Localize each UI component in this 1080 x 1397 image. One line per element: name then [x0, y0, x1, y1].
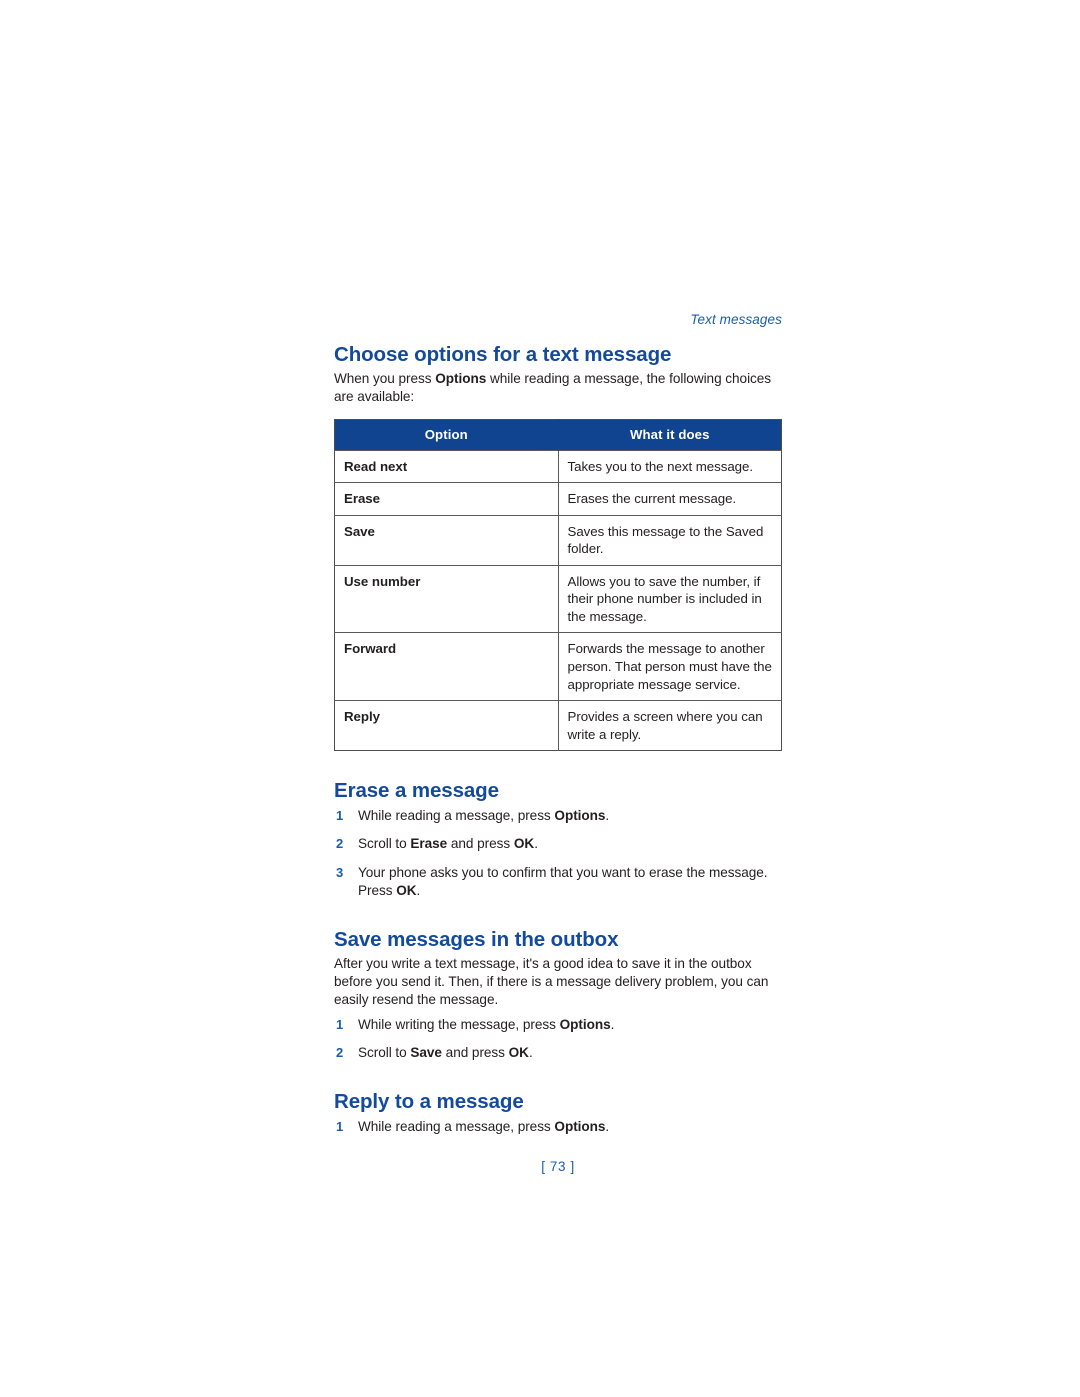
step-text-mid: and press: [441, 1044, 509, 1060]
options-table-head: Option What it does: [334, 419, 782, 451]
step-bold-ok: OK: [396, 882, 417, 898]
section-heading-reply-to-a-message: Reply to a message: [334, 1089, 524, 1113]
step-bold-options: Options: [554, 808, 606, 824]
page-content-column: Text messages Choose options for a text …: [334, 312, 782, 1174]
step-bold-erase: Erase: [410, 836, 448, 852]
list-item: 2 Scroll to Save and press OK.: [334, 1044, 782, 1062]
erase-steps-list: 1 While reading a message, press Options.…: [334, 807, 782, 900]
step-number: 1: [336, 1016, 344, 1032]
step-bold-save: Save: [410, 1044, 442, 1060]
step-text-pre: Scroll to: [358, 1044, 411, 1060]
list-item: 1 While reading a message, press Options.: [334, 807, 782, 825]
step-text-post: .: [416, 882, 421, 898]
running-head: Text messages: [690, 312, 782, 327]
table-cell-description: Saves this message to the Saved folder.: [558, 514, 782, 566]
step-bold-ok: OK: [513, 836, 535, 852]
step-text-pre: While reading a message, press: [358, 1118, 555, 1134]
intro-paragraph-outbox: After you write a text message, it's a g…: [334, 955, 769, 1008]
outbox-steps-list: 1 While writing the message, press Option…: [334, 1016, 782, 1062]
table-cell-description: Forwards the message to another person. …: [558, 632, 782, 701]
step-text-post: .: [610, 1016, 615, 1032]
section-heading-save-messages-outbox: Save messages in the outbox: [334, 927, 619, 951]
step-text-pre: While writing the message, press: [358, 1016, 560, 1032]
step-text-post: .: [534, 836, 538, 852]
section-heading-erase-a-message: Erase a message: [334, 779, 499, 803]
section-heading-choose-options: Choose options for a text message: [334, 343, 672, 367]
reply-steps-list: 1 While reading a message, press Options.: [334, 1118, 782, 1136]
table-row: Use number Allows you to save the number…: [334, 564, 782, 633]
options-table: Option What it does Read next Takes you …: [334, 418, 782, 752]
table-cell-description: Takes you to the next message.: [558, 449, 782, 483]
table-row: Erase Erases the current message.: [334, 482, 782, 516]
table-cell-description: Allows you to save the number, if their …: [558, 564, 782, 633]
table-header-what-it-does: What it does: [558, 419, 782, 451]
list-item: 1 While reading a message, press Options.: [334, 1118, 782, 1136]
step-number: 1: [336, 808, 344, 824]
page-number: [ 73 ]: [541, 1159, 575, 1175]
options-table-body: Read next Takes you to the next message.…: [334, 449, 782, 751]
intro-bold-options: Options: [435, 371, 487, 387]
list-item: 2 Scroll to Erase and press OK.: [334, 835, 782, 853]
table-cell-description: Erases the current message.: [558, 482, 782, 516]
table-row: Forward Forwards the message to another …: [334, 632, 782, 701]
step-number: 1: [336, 1118, 344, 1134]
list-item: 1 While writing the message, press Option…: [334, 1016, 782, 1034]
table-row: Reply Provides a screen where you can wr…: [334, 700, 782, 751]
table-cell-option: Reply: [334, 700, 559, 751]
table-cell-option: Forward: [334, 632, 559, 701]
step-bold-options: Options: [554, 1118, 606, 1134]
step-text-pre: While reading a message, press: [358, 808, 555, 824]
document-page: Text messages Choose options for a text …: [0, 0, 1080, 1397]
step-bold-options: Options: [559, 1016, 611, 1032]
table-header-row: Option What it does: [334, 419, 782, 451]
step-text-post: .: [605, 1118, 610, 1134]
step-text-pre: Scroll to: [358, 836, 411, 852]
list-item: 3 Your phone asks you to confirm that you…: [334, 864, 782, 900]
step-number: 3: [336, 864, 344, 880]
intro-text-pre: When you press: [334, 371, 436, 387]
step-text-post: .: [605, 808, 610, 824]
table-header-option: Option: [334, 419, 559, 451]
table-row: Read next Takes you to the next message.: [334, 449, 782, 483]
step-number: 2: [336, 836, 344, 852]
step-number: 2: [336, 1044, 344, 1060]
intro-paragraph-choose-options: When you press Options while reading a m…: [334, 370, 782, 406]
table-cell-description: Provides a screen where you can write a …: [558, 700, 782, 751]
table-row: Save Saves this message to the Saved fol…: [334, 514, 782, 566]
step-text-mid: and press: [447, 836, 514, 852]
table-cell-option: Save: [334, 514, 559, 566]
step-bold-ok: OK: [508, 1044, 529, 1060]
table-cell-option: Read next: [334, 449, 559, 483]
table-cell-option: Erase: [334, 482, 559, 516]
step-text-post: .: [528, 1044, 533, 1060]
table-cell-option: Use number: [334, 564, 559, 633]
